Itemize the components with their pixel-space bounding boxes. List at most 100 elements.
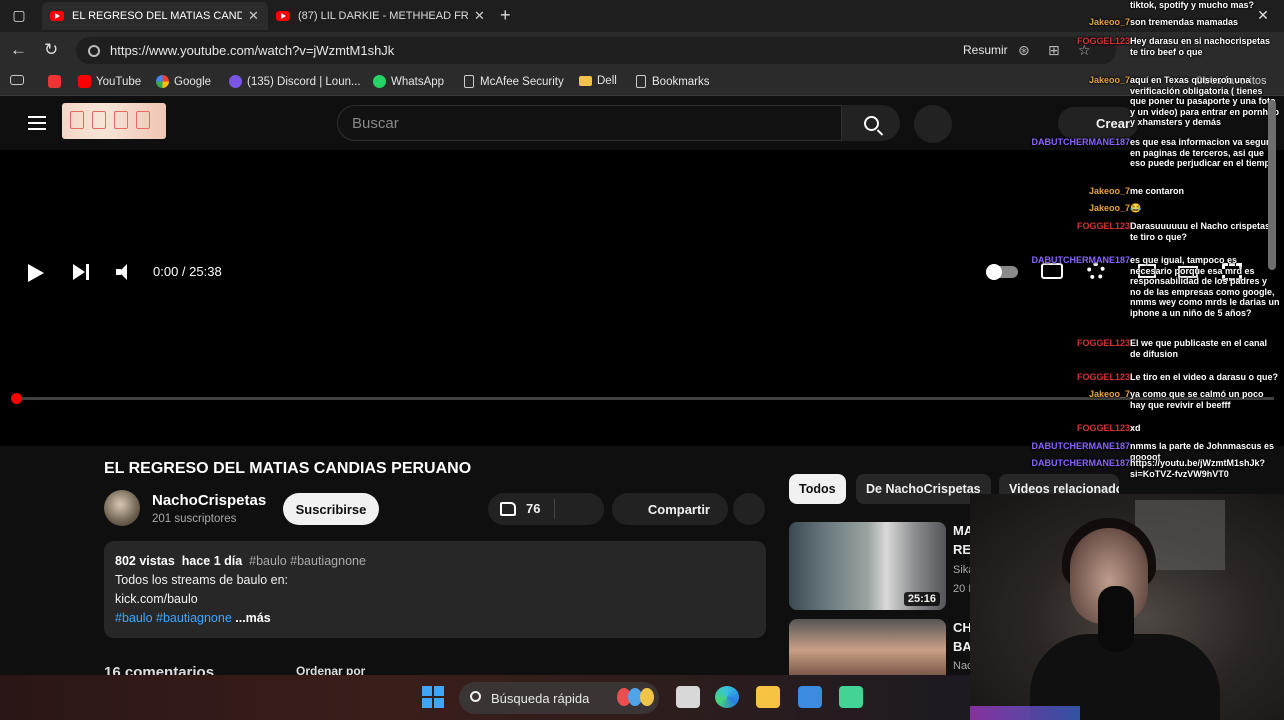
like-count[interactable]: 76: [526, 501, 540, 516]
menu-icon[interactable]: [28, 116, 46, 130]
chat-text: ya como que se calmó un poco hay que rev…: [1130, 389, 1264, 410]
back-icon[interactable]: ←: [10, 40, 27, 60]
new-tab-icon[interactable]: +: [500, 5, 511, 26]
description-line: Todos los streams de baulo en:: [115, 573, 289, 587]
autoplay-toggle[interactable]: [986, 264, 1018, 280]
chat-username: FOGGEL123: [1076, 423, 1130, 433]
chat-text: 😂: [1130, 203, 1142, 213]
address-bar[interactable]: https://www.youtube.com/watch?v=jWzmtM1s…: [76, 37, 1116, 64]
chat-text: es que esa informacion va segun en pagin…: [1130, 137, 1276, 168]
url-text: https://www.youtube.com/watch?v=jWzmtM1s…: [110, 43, 395, 58]
rgb-light: [970, 706, 1080, 720]
site-info-icon[interactable]: [88, 44, 100, 57]
hashtag-links[interactable]: #baulo #bautiagnone: [115, 611, 232, 625]
chat-username: FOGGEL123: [1076, 221, 1130, 231]
bookmark-whatsapp[interactable]: WhatsApp: [373, 75, 444, 88]
chat-scrollbar[interactable]: [1268, 100, 1276, 270]
bookmark-google[interactable]: Google: [156, 75, 211, 88]
close-tab-icon[interactable]: ✕: [474, 8, 485, 24]
youtube-icon: [50, 11, 64, 21]
bookmark-bookmarks[interactable]: Bookmarks: [636, 75, 710, 88]
play-icon[interactable]: [28, 264, 44, 282]
search-button[interactable]: [842, 105, 900, 141]
subscriber-count: 201 suscriptores: [152, 513, 237, 525]
next-icon[interactable]: [73, 264, 89, 282]
bookmark-mcafee[interactable]: McAfee Security: [464, 75, 564, 88]
chat-text: xd: [1130, 423, 1141, 433]
app-icon[interactable]: [839, 686, 863, 708]
store-icon[interactable]: [798, 686, 822, 708]
bookmark-discord[interactable]: (135) Discord | Loun...: [229, 75, 361, 88]
chat-username: Jakeoo_7: [1088, 389, 1130, 399]
related-thumbnail[interactable]: 25:16: [789, 522, 946, 610]
close-tab-icon[interactable]: ✕: [248, 8, 259, 24]
chat-text: El we que publicaste en el canal de difu…: [1130, 338, 1268, 359]
channel-name[interactable]: NachoCrispetas: [152, 492, 266, 509]
chat-username: FOGGEL123: [1076, 338, 1130, 348]
more-actions-button[interactable]: [733, 493, 765, 525]
show-more-button[interactable]: ...más: [235, 611, 270, 625]
divider: [554, 499, 555, 519]
windows-start-icon[interactable]: [422, 686, 444, 708]
youtube-icon: [78, 75, 91, 88]
description-tags-line: #baulo #bautiagnone ...más: [115, 609, 755, 628]
translate-icon[interactable]: ⊛: [1018, 42, 1030, 59]
widget-icon[interactable]: [640, 688, 654, 706]
tab-title: EL REGRESO DEL MATIAS CANDIAS PERUANO: [72, 10, 242, 22]
page-icon: [464, 75, 474, 88]
chat-text: Hey darasu en si nachocrispetas te tiro …: [1130, 36, 1271, 57]
chat-text: son tremendas mamadas: [1130, 17, 1239, 27]
like-dislike-group: 76: [488, 493, 604, 525]
reading-icon[interactable]: [10, 75, 29, 85]
chat-username: DABUTCHERMANE187: [1031, 137, 1130, 147]
folder-icon: [579, 76, 592, 86]
video-title: EL REGRESO DEL MATIAS CANDIAS PERUANO: [104, 460, 472, 477]
channel-logo[interactable]: [62, 103, 166, 139]
youtube-icon: [276, 11, 290, 21]
edge-icon[interactable]: [715, 686, 739, 708]
chat-text: aquí en Texas quisieron una verificación…: [1130, 75, 1280, 127]
task-view-icon[interactable]: [676, 686, 700, 708]
search-icon: [470, 691, 481, 702]
related-title-line[interactable]: RE: [953, 542, 971, 557]
file-explorer-icon[interactable]: [756, 686, 780, 708]
duration-badge: 25:16: [903, 592, 940, 606]
description-box[interactable]: 802 vistas hace 1 día #baulo #bautiagnon…: [104, 541, 766, 638]
scrubber-handle[interactable]: [11, 393, 22, 404]
chat-username: FOGGEL123: [1076, 36, 1130, 46]
chat-text: Darasuuuuuu el Nacho crispetas te tiro o…: [1130, 221, 1271, 242]
like-icon[interactable]: [500, 502, 516, 516]
tab-video[interactable]: EL REGRESO DEL MATIAS CANDIAS PERUANO ✕: [42, 2, 268, 30]
subscribe-button[interactable]: Suscribirse: [283, 493, 379, 525]
page-icon: [636, 75, 646, 88]
chat-username: Jakeoo_7: [1088, 203, 1130, 213]
voice-search-button[interactable]: [914, 105, 952, 143]
search-input[interactable]: Buscar: [337, 105, 842, 141]
chat-username: DABUTCHERMANE187: [1031, 441, 1130, 451]
chat-text: Le tiro en el video a darasu o que?: [1130, 372, 1279, 382]
volume-icon[interactable]: [116, 264, 134, 280]
description-link[interactable]: kick.com/baulo: [115, 590, 755, 609]
chat-text: es que igual, tampoco es necesario porqu…: [1130, 255, 1280, 318]
chat-username: DABUTCHERMANE187: [1031, 255, 1130, 265]
search-icon: [863, 115, 879, 131]
tab-freestyle[interactable]: (87) LIL DARKIE - METHHEAD FREESTYLE ✕: [268, 2, 494, 30]
bookmark-dell[interactable]: Dell: [579, 75, 617, 87]
webcam-overlay: [970, 494, 1284, 720]
reload-icon[interactable]: ↻: [44, 40, 58, 60]
channel-avatar[interactable]: [104, 490, 140, 526]
bookmark-youtube[interactable]: YouTube: [78, 75, 141, 88]
chip-todos[interactable]: Todos: [789, 474, 846, 504]
chat-text: me contaron: [1130, 186, 1185, 196]
related-thumbnail[interactable]: [789, 619, 946, 675]
related-title-line[interactable]: BA: [953, 639, 972, 654]
tab-actions-icon[interactable]: ▢: [4, 0, 34, 30]
tab-title: (87) LIL DARKIE - METHHEAD FREESTYLE: [298, 10, 468, 22]
related-title-line[interactable]: CH: [953, 620, 972, 635]
stream-chat-overlay: tiktok, spotify y mucho mas? Jakeoo_7 son …: [1031, 0, 1284, 492]
share-button[interactable]: Compartir: [612, 493, 728, 525]
bookmark-youtube-small[interactable]: [48, 75, 66, 88]
microphone: [1098, 586, 1134, 652]
chat-username: Jakeoo_7: [1088, 186, 1130, 196]
resumir-button[interactable]: Resumir: [963, 43, 1008, 57]
